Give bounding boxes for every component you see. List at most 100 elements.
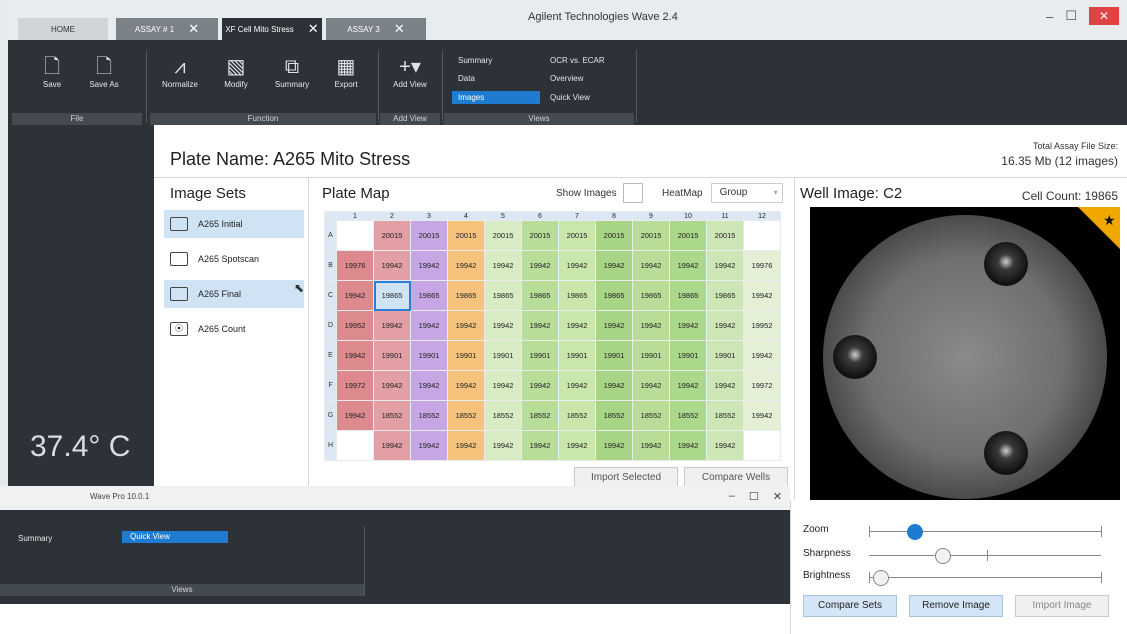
plate-well[interactable]: 19942 xyxy=(521,310,559,341)
column-header[interactable]: 12 xyxy=(743,211,781,221)
plate-well[interactable]: 19942 xyxy=(410,430,448,461)
plate-well[interactable]: 18552 xyxy=(595,400,633,431)
plate-well[interactable]: 19942 xyxy=(595,370,633,401)
close-tab-icon[interactable]: ✕ xyxy=(308,21,319,37)
plate-well[interactable]: 19865 xyxy=(447,280,485,311)
plate-well[interactable]: 19942 xyxy=(521,250,559,281)
plate-well[interactable] xyxy=(743,430,781,461)
column-header[interactable]: 2 xyxy=(373,211,411,221)
plate-well[interactable]: 19942 xyxy=(373,430,411,461)
plate-well[interactable]: 19901 xyxy=(595,340,633,371)
plate-well[interactable]: 19942 xyxy=(669,250,707,281)
plate-well[interactable]: 19942 xyxy=(484,250,522,281)
plate-well[interactable]: 19942 xyxy=(706,430,744,461)
plate-well[interactable]: 20015 xyxy=(558,220,596,251)
plate-well[interactable]: 18552 xyxy=(706,400,744,431)
tab-xf-cell-mito-stress[interactable]: XF Cell Mito Stress ✕ xyxy=(222,18,322,40)
view-images-link[interactable]: Images xyxy=(452,91,540,104)
plate-well[interactable]: 19942 xyxy=(336,340,374,371)
plate-well[interactable]: 19972 xyxy=(743,370,781,401)
plate-well[interactable]: 19942 xyxy=(632,430,670,461)
row-header[interactable]: A xyxy=(324,220,337,251)
column-header[interactable]: 8 xyxy=(595,211,633,221)
plate-well[interactable]: 18552 xyxy=(558,400,596,431)
plate-well[interactable]: 19942 xyxy=(484,370,522,401)
plate-well[interactable]: 19901 xyxy=(410,340,448,371)
plate-well[interactable]: 19942 xyxy=(743,340,781,371)
plate-well[interactable]: 19901 xyxy=(521,340,559,371)
plate-well[interactable]: 18552 xyxy=(484,400,522,431)
column-header[interactable]: 5 xyxy=(484,211,522,221)
star-icon[interactable]: ★ xyxy=(1103,213,1116,229)
row-header[interactable]: E xyxy=(324,340,337,371)
row-header[interactable]: G xyxy=(324,400,337,431)
plate-well[interactable]: 19976 xyxy=(743,250,781,281)
image-set-item[interactable]: A265 Final xyxy=(164,280,304,308)
column-header[interactable]: 4 xyxy=(447,211,485,221)
plate-well[interactable]: 19942 xyxy=(669,310,707,341)
plate-well[interactable]: 20015 xyxy=(373,220,411,251)
plate-well[interactable]: 18552 xyxy=(521,400,559,431)
plate-well[interactable]: 19901 xyxy=(558,340,596,371)
image-set-item[interactable]: A265 Initial xyxy=(164,210,304,238)
plate-well[interactable] xyxy=(336,220,374,251)
tab-home[interactable]: HOME xyxy=(18,18,108,40)
plate-well[interactable]: 19942 xyxy=(484,310,522,341)
close-tab-icon[interactable]: ✕ xyxy=(394,21,405,37)
save-as-button[interactable]: 🗋 Save As xyxy=(74,54,134,89)
remove-image-button[interactable]: Remove Image xyxy=(909,595,1003,617)
plate-well[interactable]: 19942 xyxy=(595,250,633,281)
column-header[interactable]: 10 xyxy=(669,211,707,221)
row-header[interactable]: D xyxy=(324,310,337,341)
close-tab-icon[interactable]: ✕ xyxy=(188,21,199,37)
plate-well[interactable]: 19942 xyxy=(521,370,559,401)
plate-well[interactable]: 19942 xyxy=(743,400,781,431)
plate-well[interactable]: 19865 xyxy=(706,280,744,311)
plate-well[interactable]: 18552 xyxy=(447,400,485,431)
plate-well[interactable]: 19942 xyxy=(558,250,596,281)
plate-well[interactable] xyxy=(743,220,781,251)
slider-thumb[interactable] xyxy=(935,548,952,564)
plate-well[interactable]: 19942 xyxy=(669,370,707,401)
row-header[interactable]: C xyxy=(324,280,337,311)
plate-well[interactable]: 19942 xyxy=(484,430,522,461)
column-header[interactable]: 7 xyxy=(558,211,596,221)
plate-well[interactable]: 19942 xyxy=(447,250,485,281)
plate-well[interactable]: 19942 xyxy=(595,430,633,461)
plate-well[interactable]: 18552 xyxy=(632,400,670,431)
close-icon[interactable]: ✕ xyxy=(1089,7,1119,25)
view-summary-link[interactable]: Summary xyxy=(18,534,52,543)
plate-well[interactable]: 19942 xyxy=(632,250,670,281)
group-select[interactable]: Group ▾ xyxy=(710,183,783,203)
row-header[interactable]: B xyxy=(324,250,337,281)
plate-well[interactable]: 19942 xyxy=(447,310,485,341)
plate-well[interactable]: 20015 xyxy=(521,220,559,251)
minimize-icon[interactable]: – xyxy=(729,490,735,503)
plate-well[interactable]: 19865 xyxy=(521,280,559,311)
plate-well[interactable]: 19942 xyxy=(336,400,374,431)
modify-button[interactable]: ▧ Modify xyxy=(206,54,266,89)
plate-well[interactable]: 19901 xyxy=(632,340,670,371)
plate-well[interactable]: 19942 xyxy=(373,310,411,341)
plate-well[interactable]: 19865 xyxy=(558,280,596,311)
plate-well[interactable]: 19952 xyxy=(336,310,374,341)
plate-well[interactable]: 19942 xyxy=(336,280,374,311)
plate-well[interactable]: 19942 xyxy=(558,310,596,341)
plate-well[interactable]: 19865 xyxy=(595,280,633,311)
plate-well[interactable]: 19865 xyxy=(632,280,670,311)
plate-well[interactable]: 19865 xyxy=(373,280,411,311)
save-button[interactable]: 🗋 Save xyxy=(22,54,82,89)
plate-well[interactable]: 20015 xyxy=(484,220,522,251)
minimize-icon[interactable]: – xyxy=(1046,9,1053,24)
well-image[interactable]: ★ xyxy=(810,207,1120,517)
plate-well[interactable]: 19901 xyxy=(447,340,485,371)
tab-assay-1[interactable]: ASSAY # 1 ✕ xyxy=(116,18,218,40)
add-view-button[interactable]: +▾ Add View xyxy=(380,54,440,89)
plate-well[interactable]: 20015 xyxy=(595,220,633,251)
column-header[interactable]: 9 xyxy=(632,211,670,221)
column-header[interactable]: 3 xyxy=(410,211,448,221)
plate-well[interactable]: 19942 xyxy=(447,430,485,461)
column-header[interactable]: 6 xyxy=(521,211,559,221)
plate-well[interactable]: 20015 xyxy=(447,220,485,251)
plate-well[interactable]: 19952 xyxy=(743,310,781,341)
